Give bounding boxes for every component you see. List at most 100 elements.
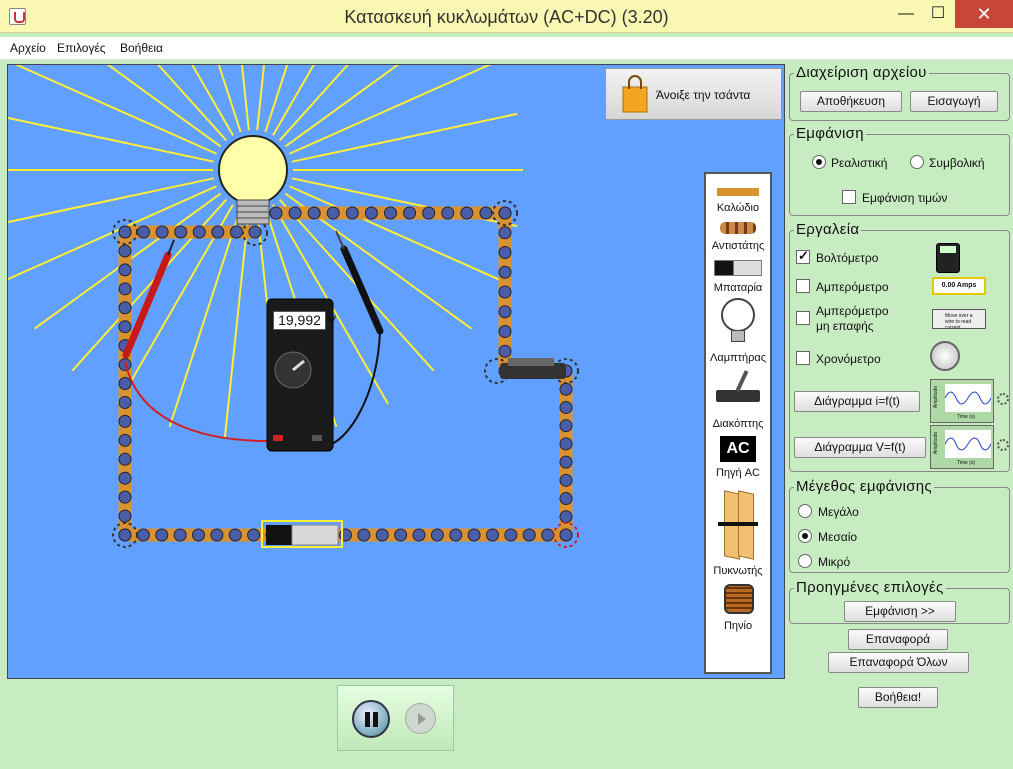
stopwatch-label[interactable]: Χρονόμετρο (816, 352, 881, 366)
voltmeter-label[interactable]: Βολτόμετρο (816, 251, 878, 265)
light-rays (8, 65, 523, 439)
open-bag-label: Άνοιξε την τσάντα (656, 88, 751, 102)
electron (118, 528, 132, 542)
voltmeter-unit: V (328, 313, 337, 327)
advanced-options-title: Προηγμένες επιλογές (794, 579, 946, 596)
size-large-label[interactable]: Μεγάλο (818, 505, 859, 519)
battery-tool-icon[interactable] (714, 260, 762, 276)
light-ray (157, 65, 227, 141)
reset-all-button[interactable]: Επαναφορά Όλων (828, 652, 969, 673)
electron (210, 528, 224, 542)
inductor-tool-icon[interactable] (724, 584, 754, 614)
electron (118, 395, 132, 409)
ammeter-label[interactable]: Αμπερόμετρο (816, 280, 889, 294)
reset-button[interactable]: Επαναφορά (848, 629, 948, 650)
electron (559, 492, 573, 506)
bulb-base-icon (731, 330, 745, 342)
electron (118, 471, 132, 485)
switch-tool-icon[interactable] (716, 390, 760, 402)
realistic-label[interactable]: Ρεαλιστική (831, 156, 887, 170)
black-probe-lead (327, 330, 381, 446)
size-small-radio[interactable] (798, 554, 812, 568)
size-medium-label[interactable]: Μεσαίο (818, 530, 857, 544)
electron (357, 528, 371, 542)
menu-options[interactable]: Επιλογές (57, 41, 106, 55)
open-bag-button[interactable]: Άνοιξε την τσάντα (605, 68, 782, 120)
tool-inductor-label[interactable]: Πηνίο (706, 620, 770, 632)
electron (248, 225, 262, 239)
symbolic-radio[interactable] (910, 155, 924, 169)
playback-controls (337, 685, 454, 751)
gear-icon[interactable] (997, 393, 1009, 405)
voltmeter-checkbox[interactable] (796, 248, 810, 264)
electron (174, 225, 188, 239)
battery[interactable] (261, 520, 343, 548)
electron (559, 455, 573, 469)
voltage-chart-ylabel: Amplitude (933, 431, 940, 455)
import-button[interactable]: Εισαγωγή (910, 91, 998, 112)
electron (118, 433, 132, 447)
menu-help[interactable]: Βοήθεια (120, 41, 163, 55)
control-panel: Διαχείριση αρχείου Αποθήκευση Εισαγωγή Ε… (787, 63, 1013, 769)
advanced-show-button[interactable]: Εμφάνιση >> (844, 601, 956, 622)
tool-bulb-label[interactable]: Λαμπτήρας (706, 352, 770, 364)
noncontact-ammeter-label-2[interactable]: μη επαφής (816, 319, 874, 333)
tool-ac-source-label[interactable]: Πηγή AC (706, 467, 770, 479)
close-button[interactable]: ✕ (955, 0, 1013, 28)
electron (498, 325, 512, 338)
electron (498, 305, 512, 319)
current-chart-button[interactable]: Διάγραμμα i=f(t) (794, 391, 920, 412)
electron (486, 528, 499, 542)
electron (504, 528, 518, 542)
red-probe-lead (124, 360, 269, 442)
electron (403, 206, 417, 220)
file-management-group: Διαχείριση αρχείου Αποθήκευση Εισαγωγή (789, 64, 1010, 121)
wire-tool-icon[interactable] (717, 188, 759, 196)
noncontact-ammeter-checkbox[interactable] (796, 311, 810, 325)
electron (118, 452, 132, 466)
size-medium-radio[interactable] (798, 529, 812, 543)
maximize-button[interactable]: ☐ (918, 0, 958, 28)
display-group: Εμφάνιση Ρεαλιστική Συμβολική Εμφάνιση τ… (789, 125, 1010, 216)
voltage-chart-thumbnail: Amplitude Time (s) (930, 425, 994, 469)
ac-source-tool-icon[interactable]: AC (720, 436, 756, 462)
resistor-tool-icon[interactable] (720, 222, 756, 234)
light-ray (106, 65, 222, 148)
ammeter-checkbox[interactable] (796, 279, 810, 293)
electron (449, 528, 463, 542)
light-ray (217, 65, 242, 133)
size-small-label[interactable]: Μικρό (818, 555, 850, 569)
tool-battery-label[interactable]: Μπαταρία (706, 282, 770, 294)
tools-title: Εργαλεία (794, 221, 862, 238)
switch[interactable] (500, 358, 566, 379)
tool-resistor-label[interactable]: Αντιστάτης (706, 240, 770, 252)
realistic-radio[interactable] (812, 155, 826, 169)
electron (559, 473, 573, 487)
window-title: Κατασκευή κυκλωμάτων (AC+DC) (3.20) (344, 7, 669, 27)
bulb-tool-icon[interactable] (721, 298, 755, 332)
voltage-chart-button[interactable]: Διάγραμμα V=f(t) (794, 437, 926, 458)
circuit-canvas[interactable]: 19,992 V Άνοιξε την τσάντα Καλώδιο Αντισ… (7, 64, 785, 679)
pause-button[interactable] (352, 700, 390, 738)
capacitor-lead-icon (718, 522, 758, 526)
gear-icon[interactable] (997, 439, 1009, 451)
show-values-checkbox[interactable] (842, 190, 856, 204)
current-chart-xlabel: Time (s) (957, 414, 976, 420)
step-button[interactable] (405, 703, 436, 734)
save-button[interactable]: Αποθήκευση (800, 91, 902, 112)
menu-file[interactable]: Αρχείο (10, 41, 46, 55)
display-title: Εμφάνιση (794, 125, 866, 142)
help-button[interactable]: Βοήθεια! (858, 687, 938, 708)
tool-capacitor-label[interactable]: Πυκνωτής (706, 565, 770, 577)
electron (498, 265, 512, 279)
stopwatch-checkbox[interactable] (796, 351, 810, 365)
size-large-radio[interactable] (798, 504, 812, 518)
tool-switch-label[interactable]: Διακόπτης (706, 418, 770, 430)
show-values-label[interactable]: Εμφάνιση τιμών (862, 191, 947, 205)
tools-group: Εργαλεία Βολτόμετρο Αμπερόμετρο 0.00 Amp… (789, 221, 1010, 472)
symbolic-label[interactable]: Συμβολική (929, 156, 985, 170)
electron (118, 301, 132, 315)
electron (345, 206, 359, 220)
noncontact-ammeter-label-1[interactable]: Αμπερόμετρο (816, 304, 889, 318)
tool-wire-label[interactable]: Καλώδιο (706, 202, 770, 214)
